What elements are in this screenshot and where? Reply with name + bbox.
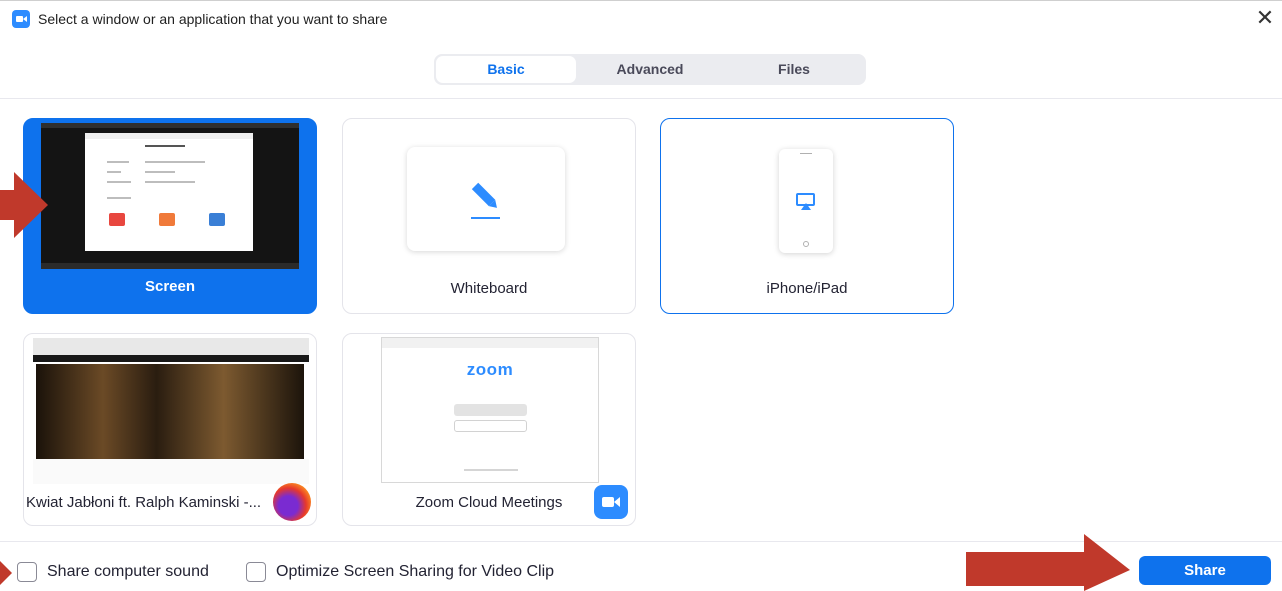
share-option-label: Kwiat Jabłoni ft. Ralph Kaminski -... (26, 494, 262, 511)
zoom-app-icon (594, 485, 628, 519)
tab-advanced[interactable]: Advanced (580, 56, 720, 83)
thumbnail-icon (159, 213, 175, 226)
share-option-screen[interactable]: Screen (23, 118, 317, 314)
phone-home-button (803, 241, 809, 247)
optimize-video-option[interactable]: Optimize Screen Sharing for Video Clip (246, 560, 554, 584)
phone-illustration (779, 149, 833, 253)
share-button[interactable]: Share (1139, 556, 1271, 585)
share-option-label: iPhone/iPad (766, 280, 848, 297)
zoom-logo: zoom (466, 360, 514, 379)
thumbnail-taskbar (41, 263, 299, 269)
airplay-icon (796, 193, 815, 210)
share-option-browser-window[interactable]: Kwiat Jabłoni ft. Ralph Kaminski -... (23, 333, 317, 526)
annotation-arrow (0, 172, 48, 238)
thumbnail-line (145, 171, 175, 173)
zoom-thumbnail-button (454, 420, 527, 432)
share-option-label: Whiteboard (450, 280, 528, 297)
thumbnail-line (107, 171, 121, 173)
video-frame (36, 364, 304, 459)
tab-bar: Basic Advanced Files (434, 54, 866, 85)
share-computer-sound-checkbox[interactable] (17, 562, 37, 582)
thumbnail-line (107, 197, 131, 199)
annotation-arrow (966, 534, 1130, 591)
thumbnail-window (85, 133, 253, 251)
screen-thumbnail (41, 123, 299, 269)
annotation-arrow (0, 561, 12, 585)
zoom-thumbnail-button (454, 404, 527, 416)
thumbnail-window-bar (85, 133, 253, 139)
close-button[interactable]: ✕ (1252, 7, 1278, 33)
thumbnail-line (107, 181, 131, 183)
share-option-label: Zoom Cloud Meetings (415, 494, 563, 511)
thumbnail-line (145, 181, 195, 183)
firefox-icon (273, 483, 311, 521)
thumbnail-line (145, 145, 185, 147)
share-computer-sound-option[interactable]: Share computer sound (17, 560, 209, 584)
tab-basic[interactable]: Basic (436, 56, 576, 83)
thumbnail-line (107, 161, 129, 163)
title-bar: Select a window or an application that y… (0, 0, 1282, 38)
thumbnail-icon (109, 213, 125, 226)
whiteboard-card (407, 147, 565, 251)
thumbnail-icon (209, 213, 225, 226)
phone-speaker (800, 153, 812, 154)
optimize-video-label: Optimize Screen Sharing for Video Clip (276, 563, 555, 580)
thumbnail-topbar (41, 123, 299, 128)
share-option-whiteboard[interactable]: Whiteboard (342, 118, 636, 314)
thumbnail-line (145, 161, 205, 163)
tab-files[interactable]: Files (724, 56, 864, 83)
browser-thumbnail (33, 338, 309, 484)
zoom-app-icon (12, 10, 30, 28)
video-details (33, 459, 309, 484)
pencil-icon (471, 182, 500, 219)
zoom-window-thumbnail: zoom (381, 337, 599, 483)
zoom-thumbnail-titlebar (382, 338, 598, 348)
window-title: Select a window or an application that y… (38, 11, 388, 27)
zoom-thumbnail-version (464, 469, 518, 471)
optimize-video-checkbox[interactable] (246, 562, 266, 582)
share-option-zoom-window[interactable]: zoom Zoom Cloud Meetings (342, 333, 636, 526)
browser-page-header (33, 355, 309, 362)
browser-toolbar (33, 338, 309, 355)
divider (0, 98, 1282, 99)
share-option-label: Screen (144, 278, 196, 295)
share-computer-sound-label: Share computer sound (47, 563, 209, 580)
share-option-iphone-ipad[interactable]: iPhone/iPad (660, 118, 954, 314)
